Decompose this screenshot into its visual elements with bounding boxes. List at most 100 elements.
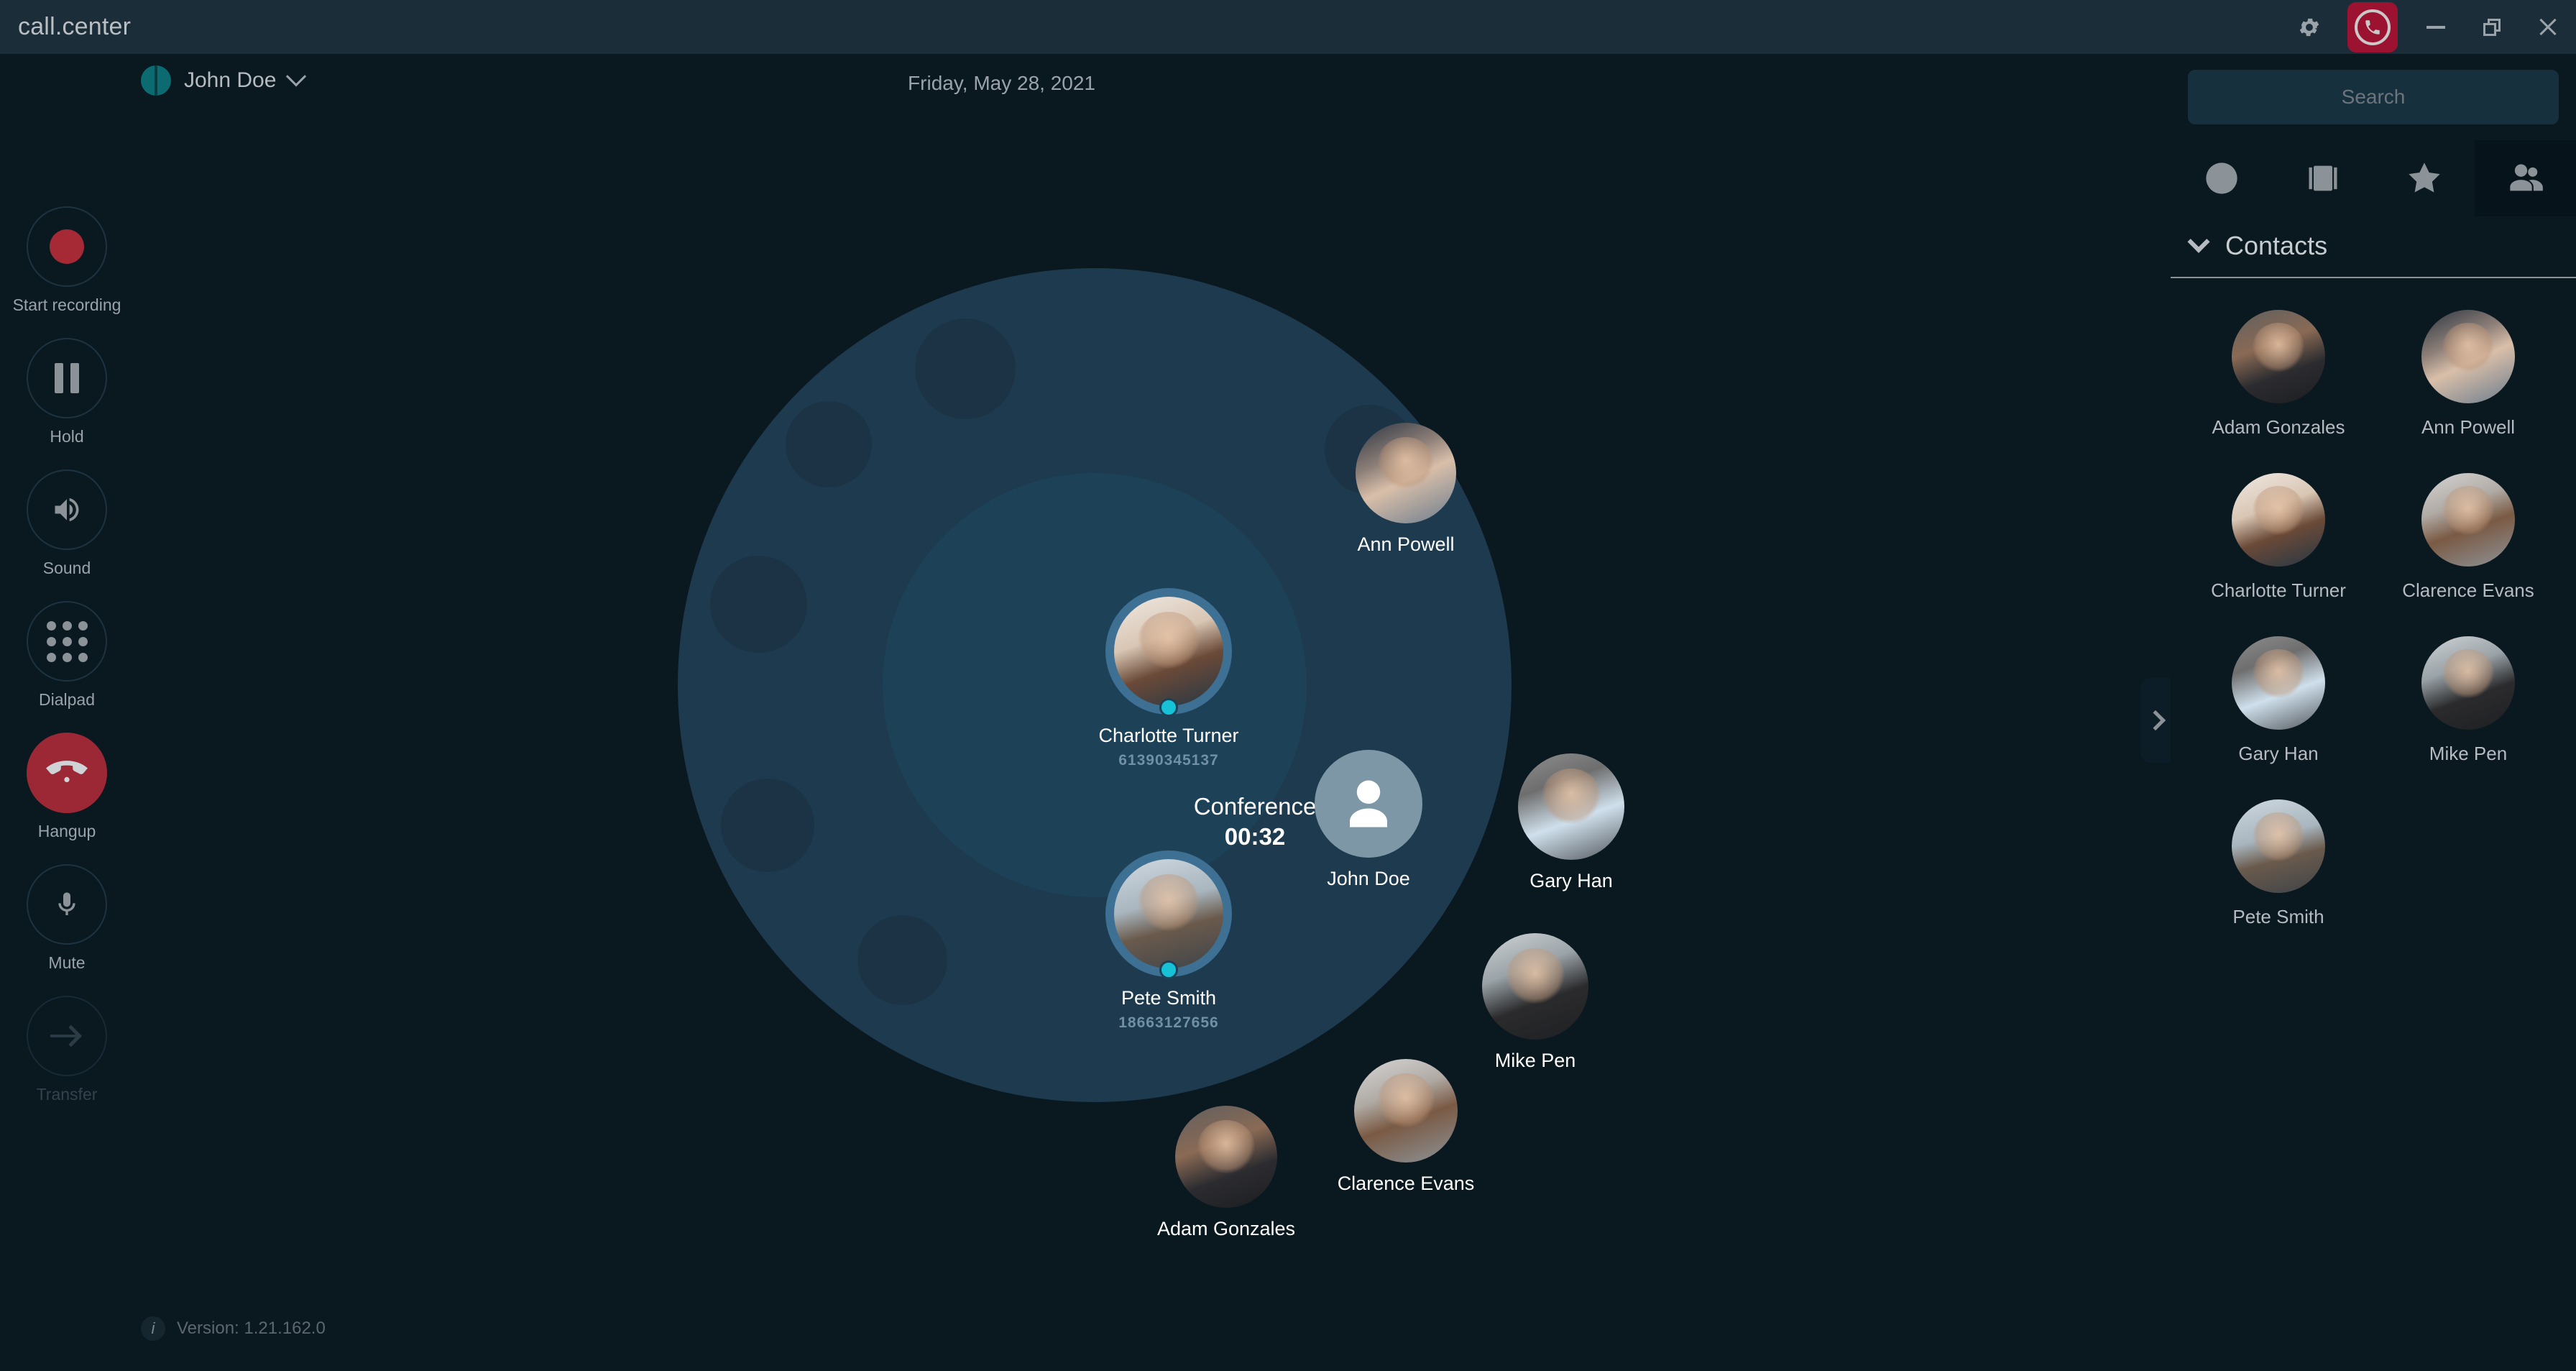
avatar [2232,310,2325,403]
participant-name: John Doe [1327,868,1410,889]
participant-node[interactable]: Adam Gonzales [1140,1106,1312,1240]
contact-item[interactable]: Adam Gonzales [2184,310,2373,439]
record-icon [27,206,107,287]
decorative-bubble [857,915,947,1005]
hangup-button[interactable]: Hangup [0,733,134,841]
tab-favorites[interactable] [2373,140,2475,216]
participant-photo [1482,933,1588,1040]
hold-label: Hold [50,427,84,446]
chevron-down-icon [286,66,307,87]
avatar [2232,636,2325,730]
avatar [2421,636,2515,730]
decorative-bubble [915,318,1016,419]
sound-label: Sound [42,559,91,577]
minimize-icon [2426,25,2445,29]
tab-voicemail[interactable] [2272,140,2373,216]
search-box[interactable] [2188,70,2559,124]
pause-icon [27,338,107,418]
participant-photo [1356,423,1456,523]
people-icon [2509,164,2543,191]
contact-item[interactable]: Charlotte Turner [2184,473,2373,602]
avatar [1482,933,1588,1040]
clock-icon [2205,162,2237,194]
gear-icon[interactable] [2281,0,2337,54]
contacts-section-header[interactable]: Contacts [2171,230,2576,278]
participant-photo [1114,859,1223,968]
participant-node[interactable]: John Doe [1289,750,1448,890]
avatar [2421,310,2515,403]
hangup-label: Hangup [37,822,96,840]
participant-node[interactable]: Pete Smith 18663127656 [1061,850,1276,1032]
contact-item[interactable]: Pete Smith [2184,799,2373,928]
transfer-button: Transfer [0,996,134,1104]
avatar [1105,850,1232,979]
contact-name: Adam Gonzales [2212,416,2345,438]
mute-button[interactable]: Mute [0,864,134,973]
search-input[interactable] [2188,70,2559,124]
mute-label: Mute [48,953,86,972]
avatar [141,65,171,96]
hangup-icon [27,733,107,813]
start-recording-button[interactable]: Start recording [0,206,134,315]
right-panel: Contacts Adam Gonzales Ann Powell Charlo… [2171,54,2576,1371]
panel-collapse-handle[interactable] [2140,678,2171,763]
title-bar: call.center [0,0,2576,54]
minimize-button[interactable] [2408,0,2464,54]
microphone-icon [27,864,107,945]
participant-name: Adam Gonzales [1156,1218,1296,1239]
avatar [1315,750,1422,858]
app-title: call.center [18,13,132,40]
contact-item[interactable]: Mike Pen [2373,636,2563,765]
contact-name: Charlotte Turner [2211,579,2346,601]
decorative-bubble [786,401,872,487]
transfer-label: Transfer [36,1085,98,1104]
start-recording-label: Start recording [12,295,121,314]
dialpad-icon [27,601,107,682]
participant-node[interactable]: Ann Powell [1327,423,1485,556]
speaker-icon [27,469,107,550]
restore-button[interactable] [2464,0,2520,54]
phone-app-icon[interactable] [2347,1,2398,52]
participant-photo [1175,1106,1277,1208]
avatar [1105,588,1232,717]
contact-item[interactable]: Ann Powell [2373,310,2563,439]
user-name-label: John Doe [184,68,277,92]
participant-node[interactable]: Gary Han [1492,753,1650,892]
status-indicator [1159,698,1178,717]
contact-item[interactable]: Clarence Evans [2373,473,2563,602]
restore-icon [2483,18,2501,36]
participant-photo [1114,597,1223,706]
user-menu[interactable]: John Doe [141,65,307,96]
participant-node[interactable]: Charlotte Turner 61390345137 [1061,588,1276,769]
phone-icon [2355,9,2391,45]
close-button[interactable] [2520,0,2576,54]
contact-name: Mike Pen [2429,743,2508,764]
avatar [2232,799,2325,893]
hold-button[interactable]: Hold [0,338,134,446]
briefcase-icon [2309,165,2337,191]
avatar [2232,473,2325,567]
sound-button[interactable]: Sound [0,469,134,578]
participant-name: Pete Smith [1121,987,1217,1009]
avatar [1175,1106,1277,1208]
dialpad-button[interactable]: Dialpad [0,601,134,710]
arrow-right-icon [27,996,107,1076]
tab-history[interactable] [2171,140,2272,216]
chevron-down-icon [2187,230,2210,253]
tab-contacts[interactable] [2475,140,2576,216]
avatar [1518,753,1624,860]
star-icon [2408,162,2440,193]
panel-tabbar [2171,140,2576,216]
chevron-right-icon [2145,710,2166,731]
close-icon [2538,17,2558,37]
contact-name: Ann Powell [2421,416,2516,438]
contact-item[interactable]: Gary Han [2184,636,2373,765]
status-indicator [1159,960,1178,979]
participant-node[interactable]: Mike Pen [1456,933,1614,1072]
participant-name: Gary Han [1530,870,1613,891]
decorative-bubble [710,556,807,653]
participant-node[interactable]: Clarence Evans [1327,1059,1485,1195]
participant-photo [1354,1059,1458,1163]
participant-name: Clarence Evans [1337,1173,1475,1194]
participant-phone: 18663127656 [1118,1014,1219,1031]
